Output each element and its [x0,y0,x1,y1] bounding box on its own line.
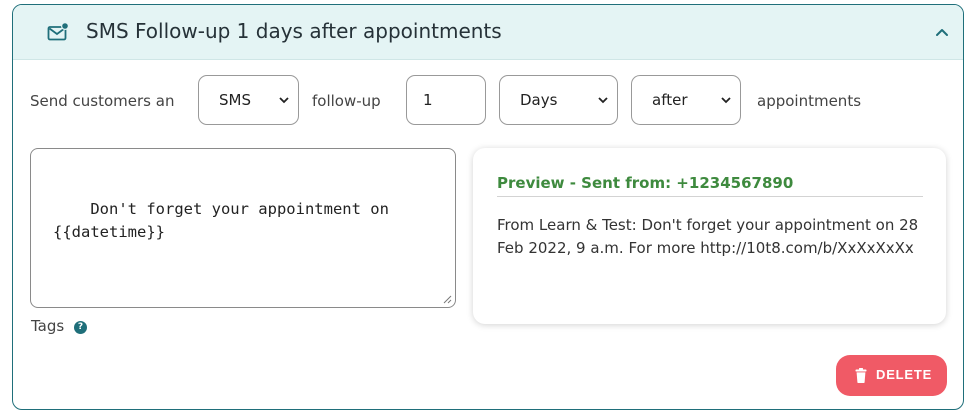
channel-select[interactable]: SMS [198,75,299,125]
card-title: SMS Follow-up 1 days after appointments [86,19,502,43]
preview-heading: Preview - Sent from: +1234567890 [497,174,794,192]
trash-icon [855,368,867,383]
mail-notification-icon [47,22,69,41]
chevron-down-icon [598,97,608,104]
preview-divider [497,196,923,197]
tags-label: Tags [31,317,65,335]
delete-button[interactable]: DELETE [836,355,947,396]
delete-label: DELETE [876,367,933,382]
amount-input-value: 1 [423,91,433,109]
card-header[interactable]: SMS Follow-up 1 days after appointments [13,5,963,60]
message-text: Don't forget your appointment on {{datet… [53,200,389,241]
follow-up-label: follow-up [312,92,381,110]
appointments-label: appointments [757,92,862,110]
amount-input[interactable]: 1 [406,75,486,125]
unit-select[interactable]: Days [499,75,618,125]
timing-select-value: after [652,91,688,109]
send-customers-label: Send customers an [30,92,175,110]
preview-body: From Learn & Test: Don't forget your app… [497,216,919,257]
chevron-down-icon [721,97,731,104]
follow-up-card: SMS Follow-up 1 days after appointments … [12,4,964,410]
collapse-button[interactable] [931,21,953,43]
message-textarea[interactable]: Don't forget your appointment on {{datet… [30,148,456,308]
unit-select-value: Days [520,91,558,109]
resize-grip-icon[interactable] [443,295,452,304]
chevron-down-icon [279,97,289,104]
channel-select-value: SMS [219,91,251,109]
preview-panel: Preview - Sent from: +1234567890 From Le… [473,148,946,324]
timing-select[interactable]: after [631,75,741,125]
chevron-up-icon [936,29,948,36]
help-icon[interactable]: ? [74,321,87,334]
